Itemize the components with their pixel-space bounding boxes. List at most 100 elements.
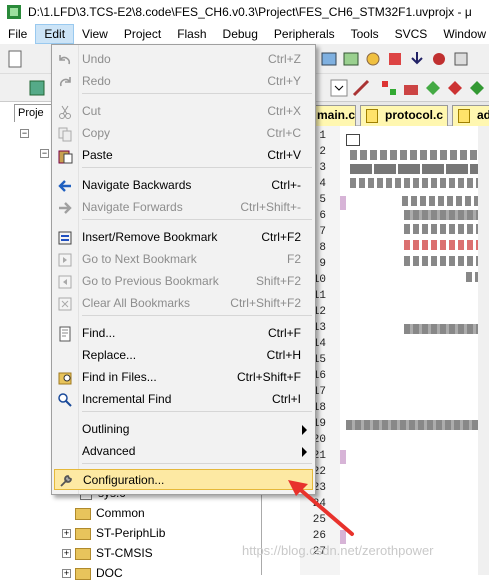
vertical-scrollbar[interactable] xyxy=(478,126,489,575)
menu-item-label: Advanced xyxy=(82,444,136,458)
menu-item-shortcut: Shift+F2 xyxy=(255,274,301,288)
menu-separator xyxy=(82,315,312,316)
menu-view[interactable]: View xyxy=(74,24,116,44)
tab-protocol-c[interactable]: protocol.c xyxy=(360,105,448,126)
menu-item-label: Insert/Remove Bookmark xyxy=(82,230,218,244)
menu-item-shortcut: Ctrl+V xyxy=(267,148,301,162)
menu-item-find[interactable]: Find... Ctrl+F xyxy=(54,323,313,344)
expand-icon[interactable]: + xyxy=(62,569,71,579)
c-file-icon xyxy=(458,109,470,123)
find-icon xyxy=(59,326,71,342)
menu-separator xyxy=(82,463,312,464)
menu-debug[interactable]: Debug xyxy=(215,24,266,44)
folder-icon xyxy=(75,547,91,560)
submenu-arrow-icon xyxy=(302,425,307,435)
menu-item-go-to-previous-bookmark[interactable]: Go to Previous Bookmark Shift+F2 xyxy=(54,271,313,292)
menu-item-cut[interactable]: Cut Ctrl+X xyxy=(54,101,313,122)
find-in-files-icon xyxy=(58,372,72,385)
menu-item-shortcut: F2 xyxy=(286,252,301,266)
debug-icon[interactable] xyxy=(430,50,448,68)
folder-icon xyxy=(75,507,91,520)
options-icon[interactable] xyxy=(452,50,470,68)
tree-item-common[interactable]: Common xyxy=(75,506,145,520)
expand-icon[interactable]: + xyxy=(62,529,71,539)
menu-svcs[interactable]: SVCS xyxy=(387,24,436,44)
menu-item-label: Copy xyxy=(82,126,111,140)
menu-item-label: Navigate Backwards xyxy=(82,178,192,192)
target-dropdown-icon[interactable] xyxy=(330,79,348,97)
encoded-code-line xyxy=(402,196,489,206)
tab-main-c[interactable]: main.c xyxy=(312,105,356,126)
menu-item-shortcut: Ctrl+I xyxy=(271,392,301,406)
menu-item-shortcut: Ctrl+Shift+F xyxy=(236,370,301,384)
pack-installer-icon[interactable] xyxy=(402,79,420,97)
collapse-icon[interactable]: − xyxy=(20,129,29,139)
edit-menu-dropdown: Undo Ctrl+Z Redo Ctrl+Y Cut Ctrl+X Copy Ctrl+C P… xyxy=(51,44,316,495)
tab-label: ad xyxy=(477,108,489,122)
menu-flash[interactable]: Flash xyxy=(169,24,214,44)
menu-item-outlining[interactable]: Outlining xyxy=(54,419,313,440)
new-file-icon[interactable] xyxy=(6,50,24,68)
collapse-icon[interactable]: − xyxy=(40,149,49,159)
menu-item-go-to-next-bookmark[interactable]: Go to Next Bookmark F2 xyxy=(54,249,313,270)
menu-item-incremental-find[interactable]: Incremental Find Ctrl+I xyxy=(54,389,313,410)
rebuild-icon[interactable] xyxy=(342,50,360,68)
menu-file[interactable]: File xyxy=(0,24,35,44)
batch-build-icon[interactable] xyxy=(364,50,382,68)
menu-item-label: Navigate Forwards xyxy=(82,200,183,214)
menu-edit[interactable]: Edit xyxy=(35,24,75,44)
menu-window[interactable]: Window xyxy=(435,24,489,44)
menu-item-label: Replace... xyxy=(82,348,137,362)
copy-icon xyxy=(58,127,72,142)
keil-app-icon xyxy=(7,5,21,19)
menu-item-undo[interactable]: Undo Ctrl+Z xyxy=(54,49,313,70)
tree-item-label: ST-PeriphLib xyxy=(96,526,166,540)
menu-item-label: Incremental Find xyxy=(82,392,172,406)
tree-item-st-cmsis[interactable]: + ST-CMSIS xyxy=(62,546,153,560)
select-pack-icon[interactable] xyxy=(424,79,442,97)
tab-ad[interactable]: ad xyxy=(452,105,489,126)
tree-item-st-periphlib[interactable]: + ST-PeriphLib xyxy=(62,526,165,540)
menu-item-find-in-files[interactable]: Find in Files... Ctrl+Shift+F xyxy=(54,367,313,388)
menu-separator xyxy=(82,167,312,168)
code-editor[interactable] xyxy=(346,126,489,575)
project-panel-tab[interactable]: Proje xyxy=(14,104,54,122)
download-icon[interactable] xyxy=(408,50,426,68)
menu-item-replace[interactable]: Replace... Ctrl+H xyxy=(54,345,313,366)
menu-item-advanced[interactable]: Advanced xyxy=(54,441,313,462)
menu-item-insert-remove-bookmark[interactable]: Insert/Remove Bookmark Ctrl+F2 xyxy=(54,227,313,248)
menu-item-label: Go to Previous Bookmark xyxy=(82,274,219,288)
menu-item-clear-all-bookmarks[interactable]: Clear All Bookmarks Ctrl+Shift+F2 xyxy=(54,293,313,314)
rte-icon[interactable] xyxy=(446,79,464,97)
menu-item-label: Configuration... xyxy=(83,473,165,487)
wrench-icon xyxy=(60,475,72,487)
arrow-left-icon xyxy=(58,180,71,192)
menu-item-navigate-backwards[interactable]: Navigate Backwards Ctrl+- xyxy=(54,175,313,196)
menu-item-configuration[interactable]: Configuration... xyxy=(54,469,313,490)
bookmark-icon xyxy=(58,231,72,245)
incremental-find-icon xyxy=(58,393,72,407)
menu-item-shortcut: Ctrl+Y xyxy=(267,74,301,88)
clear-bookmarks-icon xyxy=(58,297,72,311)
menu-item-paste[interactable]: Paste Ctrl+V xyxy=(54,145,313,166)
menu-peripherals[interactable]: Peripherals xyxy=(266,24,343,44)
build-icon[interactable] xyxy=(320,50,338,68)
menu-item-copy[interactable]: Copy Ctrl+C xyxy=(54,123,313,144)
cut-icon xyxy=(59,105,71,119)
tree-item-doc[interactable]: + DOC xyxy=(62,566,123,580)
manage-components-icon[interactable] xyxy=(380,79,398,97)
window-title: D:\1.LFD\3.TCS-E2\8.code\FES_CH6.v0.3\Pr… xyxy=(28,5,472,19)
menu-tools[interactable]: Tools xyxy=(343,24,387,44)
expand-icon[interactable]: + xyxy=(62,549,71,559)
menu-project[interactable]: Project xyxy=(116,24,169,44)
menu-item-redo[interactable]: Redo Ctrl+Y xyxy=(54,71,313,92)
encoded-code-line xyxy=(350,164,489,174)
translate-icon[interactable] xyxy=(28,79,46,97)
encoded-code-line xyxy=(404,210,489,220)
more-toolbar-icon[interactable] xyxy=(468,79,486,97)
target-options-icon[interactable] xyxy=(352,79,370,97)
watermark: https://blog.csdn.net/zerothpower xyxy=(242,543,434,558)
tree-root[interactable]: − xyxy=(20,126,33,140)
menu-item-navigate-forwards[interactable]: Navigate Forwards Ctrl+Shift+- xyxy=(54,197,313,218)
stop-build-icon[interactable] xyxy=(386,50,404,68)
